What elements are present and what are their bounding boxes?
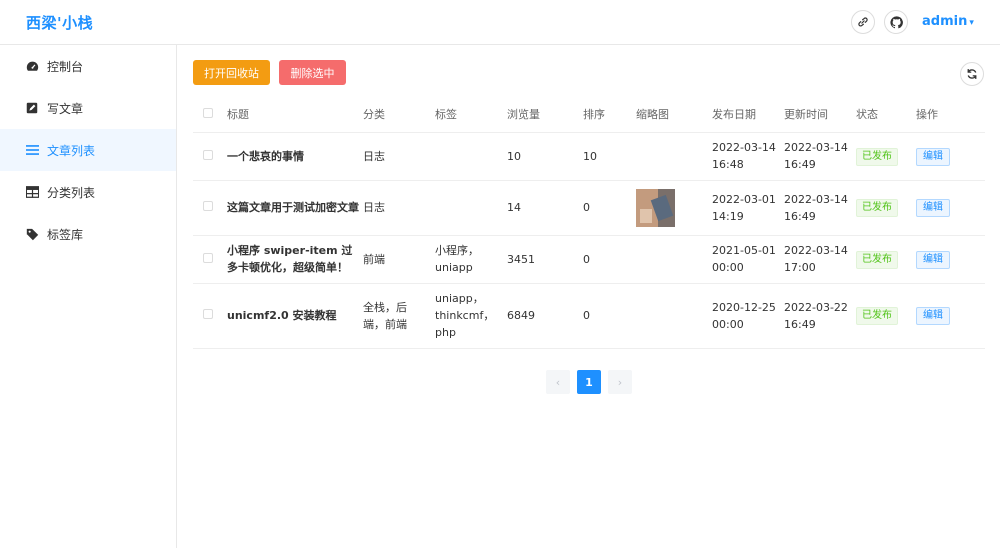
table-row: 一个悲哀的事情 日志 10 10 2022-03-14 16:48 2022-0… [193,132,985,181]
article-title[interactable]: 小程序 swiper-item 过多卡顿优化，超级简单！ [227,235,363,284]
link-icon[interactable] [851,10,875,34]
article-category: 日志 [363,132,435,181]
open-recycle-bin-button[interactable]: 打开回收站 [193,60,270,85]
refresh-icon[interactable] [960,62,984,86]
table-icon [25,185,39,199]
table-row: unicmf2.0 安装教程 全栈，后端，前端 uniapp，thinkcmf，… [193,283,985,349]
column-header-published[interactable]: 发布日期 [712,97,784,133]
sidebar-item-dashboard[interactable]: 控制台 [0,45,176,87]
article-tags [435,132,507,181]
edit-button[interactable]: 编辑 [916,250,950,269]
article-tags: uniapp，thinkcmf，php [435,283,507,349]
sidebar-item-article-list[interactable]: 文章列表 [0,129,176,171]
article-views: 14 [507,180,583,236]
article-thumbnail-empty [636,283,712,349]
table-header-row: 标题 分类 标签 浏览量 排序 缩略图 发布日期 更新时间 状态 操作 [193,97,985,133]
sidebar-item-label: 文章列表 [47,143,96,158]
article-thumbnail-empty [636,132,712,181]
brand-logo[interactable]: 西梁'小栈 [26,12,93,33]
user-name: admin [922,14,968,29]
sidebar-item-write[interactable]: 写文章 [0,87,176,129]
tag-icon [25,227,39,241]
article-views: 3451 [507,235,583,284]
sidebar: 控制台 写文章 文章列表 分类列表 标签库 [0,45,177,548]
article-updated: 2022-03-14 16:49 [784,180,856,236]
column-header-tags[interactable]: 标签 [435,97,507,133]
dashboard-icon [25,59,39,73]
row-checkbox[interactable] [203,309,213,319]
article-table: 标题 分类 标签 浏览量 排序 缩略图 发布日期 更新时间 状态 操作 一个悲哀… [193,97,985,349]
github-icon[interactable] [884,10,908,34]
sidebar-item-label: 标签库 [47,227,84,242]
sidebar-item-label: 控制台 [47,59,84,74]
column-header-title[interactable]: 标题 [227,97,363,133]
row-checkbox[interactable] [203,252,213,263]
article-category: 前端 [363,235,435,284]
article-published: 2021-05-01 00:00 [712,235,784,284]
status-badge: 已发布 [856,307,898,325]
article-category: 全栈，后端，前端 [363,283,435,349]
article-tags [435,180,507,236]
sidebar-item-tags[interactable]: 标签库 [0,213,176,255]
status-badge: 已发布 [856,250,898,269]
article-sort: 0 [583,235,636,284]
edit-button[interactable]: 编辑 [916,199,950,217]
status-badge: 已发布 [856,199,898,217]
column-header-actions: 操作 [916,97,985,133]
column-header-updated[interactable]: 更新时间 [784,97,856,133]
next-page-button[interactable]: › [608,370,632,394]
article-sort: 10 [583,132,636,181]
prev-page-button[interactable]: ‹ [546,370,570,394]
column-header-views[interactable]: 浏览量 [507,97,583,133]
article-views: 6849 [507,283,583,349]
edit-button[interactable]: 编辑 [916,307,950,325]
list-icon [25,143,39,157]
delete-selected-button[interactable]: 删除选中 [279,60,346,85]
main-content: 打开回收站 删除选中 标题 分类 标签 浏览量 排序 缩略图 发布日期 更新时间… [177,45,1000,548]
article-title[interactable]: unicmf2.0 安装教程 [227,283,363,349]
column-header-sort[interactable]: 排序 [583,97,636,133]
article-published: 2022-03-01 14:19 [712,180,784,236]
article-updated: 2022-03-14 16:49 [784,132,856,181]
article-thumbnail[interactable] [636,188,675,227]
article-category: 日志 [363,180,435,236]
select-all-checkbox[interactable] [203,107,213,118]
article-title[interactable]: 这篇文章用于测试加密文章 [227,180,363,236]
status-badge: 已发布 [856,147,898,166]
article-published: 2022-03-14 16:48 [712,132,784,181]
table-row: 小程序 swiper-item 过多卡顿优化，超级简单！ 前端 小程序，unia… [193,235,985,284]
article-title[interactable]: 一个悲哀的事情 [227,132,363,181]
column-header-thumbnail: 缩略图 [636,97,712,133]
pagination: ‹ 1 › [546,370,632,394]
top-header: 西梁'小栈 admin ▾ [0,0,1000,45]
edit-icon [25,101,39,115]
article-thumbnail-empty [636,235,712,284]
row-checkbox[interactable] [203,149,213,160]
column-header-category[interactable]: 分类 [363,97,435,133]
article-updated: 2022-03-14 17:00 [784,235,856,284]
user-menu[interactable]: admin ▾ [922,14,974,29]
row-checkbox[interactable] [203,201,213,211]
article-sort: 0 [583,180,636,236]
chevron-down-icon: ▾ [969,18,974,28]
column-header-status: 状态 [856,97,916,133]
article-updated: 2022-03-22 16:49 [784,283,856,349]
article-published: 2020-12-25 00:00 [712,283,784,349]
article-views: 10 [507,132,583,181]
article-tags: 小程序，uniapp [435,235,507,284]
table-row: 这篇文章用于测试加密文章 日志 14 0 2022-03-01 14:19 20… [193,180,985,236]
sidebar-item-label: 写文章 [47,101,84,116]
sidebar-item-label: 分类列表 [47,185,96,200]
sidebar-item-categories[interactable]: 分类列表 [0,171,176,213]
edit-button[interactable]: 编辑 [916,147,950,166]
article-sort: 0 [583,283,636,349]
page-button-current[interactable]: 1 [577,370,601,394]
